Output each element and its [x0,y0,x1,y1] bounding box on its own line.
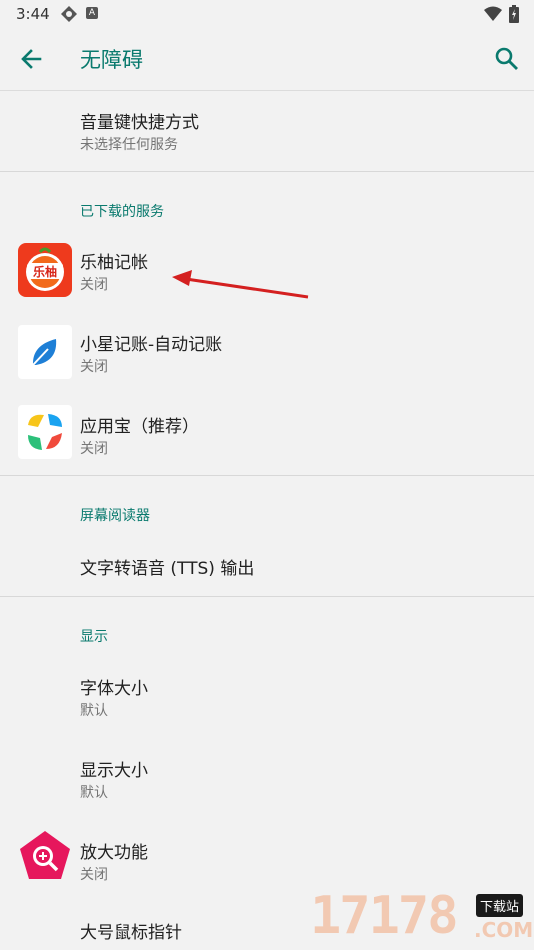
service-item-xiaoxing[interactable]: 小星记账-自动记账 关闭 [0,314,534,392]
annotation-arrow-icon [172,270,309,299]
yingyongbao-app-icon [18,405,72,459]
status-time: 3:44 [16,5,50,23]
service-title: 应用宝（推荐） [80,417,199,437]
wifi-icon [484,6,502,21]
display-header: 显示 [80,629,108,645]
font-size-item[interactable]: 字体大小 默认 [0,656,534,736]
magnify-app-icon [20,831,70,879]
volume-shortcut-item[interactable]: 音量键快捷方式 未选择任何服务 [0,90,534,170]
tts-output-title: 文字转语音 (TTS) 输出 [80,559,255,579]
magnification-status: 关闭 [80,867,108,883]
service-title: 乐柚记帐 [80,253,148,273]
service-title: 小星记账-自动记账 [80,335,223,355]
divider [0,475,534,476]
service-status: 关闭 [80,277,108,293]
network-settings-icon [61,6,77,22]
tts-output-item[interactable]: 文字转语音 (TTS) 输出 [0,536,534,594]
display-size-title: 显示大小 [80,761,148,781]
leyou-icon-label: 乐柚 [33,264,57,279]
badge-a-icon: A [86,7,98,19]
divider [0,596,534,597]
watermark-badge: 下载站 [476,894,524,917]
volume-shortcut-title: 音量键快捷方式 [80,113,199,133]
magnification-title: 放大功能 [80,843,148,863]
divider [0,171,534,172]
service-status: 关闭 [80,441,108,457]
page-title: 无障碍 [80,48,143,72]
leyou-app-icon: 乐柚 [18,243,72,297]
battery-icon [509,5,519,23]
font-size-value: 默认 [80,703,108,719]
app-bar: 无障碍 [0,28,534,91]
service-status: 关闭 [80,359,108,375]
service-item-yingyongbao[interactable]: 应用宝（推荐） 关闭 [0,394,534,474]
watermark: 17178 下载站 .COM [308,884,534,950]
volume-shortcut-subtitle: 未选择任何服务 [80,137,178,153]
search-icon[interactable] [492,44,522,74]
leaf-app-icon [18,325,72,379]
watermark-number: 17178 [310,886,459,946]
downloaded-services-header: 已下载的服务 [80,204,164,220]
display-size-item[interactable]: 显示大小 默认 [0,738,534,818]
font-size-title: 字体大小 [80,679,148,699]
watermark-suffix: .COM [474,918,534,942]
status-bar: 3:44 A [0,0,534,28]
arrow-back-icon[interactable] [16,44,46,74]
screen-reader-header: 屏幕阅读器 [80,508,150,524]
large-pointer-title: 大号鼠标指针 [80,923,182,943]
display-size-value: 默认 [80,785,108,801]
